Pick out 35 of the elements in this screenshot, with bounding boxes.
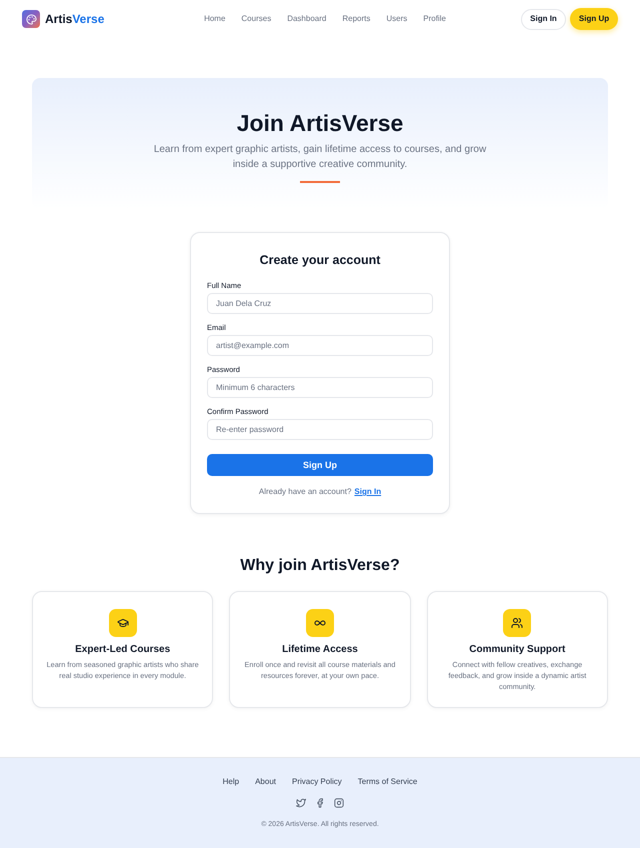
- footer-link[interactable]: Help: [222, 777, 240, 787]
- feature-title: Expert-Led Courses: [75, 644, 170, 656]
- footer-link[interactable]: Privacy Policy: [292, 777, 342, 787]
- input-field[interactable]: artist@example.com: [207, 335, 433, 356]
- f-letter-icon[interactable]: [315, 798, 325, 808]
- nav-link[interactable]: Dashboard: [287, 15, 326, 23]
- signin-link[interactable]: Sign In: [354, 487, 382, 497]
- nav-link[interactable]: Courses: [241, 15, 272, 23]
- sign-up-button[interactable]: Sign Up: [570, 8, 618, 30]
- feature-title: Community Support: [469, 644, 566, 656]
- sign-in-button[interactable]: Sign In: [521, 8, 566, 30]
- footer-link[interactable]: About: [255, 777, 276, 787]
- nav-link[interactable]: Users: [386, 15, 408, 23]
- palette-logo-icon: [22, 10, 40, 28]
- camera-icon[interactable]: [334, 798, 344, 808]
- graduation-cap-icon: [108, 609, 137, 637]
- accent-underline: [300, 181, 340, 183]
- signin-prompt: Already have an account?: [258, 487, 352, 497]
- infinity-icon: [306, 609, 334, 637]
- features-heading: Why join ArtisVerse?: [239, 557, 401, 575]
- footer-link[interactable]: Terms of Service: [358, 777, 418, 787]
- input-field[interactable]: Juan Dela Cruz: [207, 293, 433, 314]
- brand-name[interactable]: ArtisVerse: [45, 13, 104, 25]
- hero-subtitle: Learn from expert graphic artists, gain lifetime access to courses, and grow inside a supportive creative community.: [152, 143, 488, 172]
- submit-button[interactable]: Sign Up: [207, 454, 433, 476]
- input-field[interactable]: Minimum 6 characters: [207, 377, 433, 398]
- form-title: Create your account: [258, 252, 382, 268]
- nav-link[interactable]: Reports: [342, 15, 370, 23]
- feature-title: Lifetime Access: [282, 644, 358, 656]
- nav-link[interactable]: Profile: [423, 15, 446, 23]
- input-field[interactable]: Re-enter password: [207, 419, 433, 440]
- bird-icon[interactable]: [296, 798, 306, 808]
- people-icon: [503, 609, 532, 637]
- nav-link[interactable]: Home: [204, 15, 226, 23]
- hero-title: Join ArtisVerse: [236, 110, 404, 136]
